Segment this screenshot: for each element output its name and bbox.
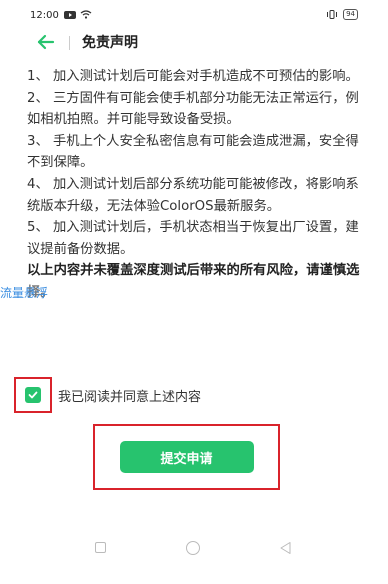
disclaimer-item: 5、 加入测试计划后，手机状态相当于恢复出厂设置，建议提前备份数据。: [27, 220, 359, 257]
video-icon: [64, 10, 76, 19]
navigation-bar: [0, 536, 388, 560]
checkmark-icon: [28, 391, 38, 399]
disclaimer-item: 2、 三方固件有可能会使手机部分功能无法正常运行，例如相机拍照。并可能导致设备受…: [27, 90, 359, 128]
disclaimer-warning: 以上内容并未覆盖深度测试后带来的所有风险，请谨慎选择。: [27, 263, 360, 300]
submit-highlight: 提交申请: [93, 424, 280, 490]
disclaimer-item: 1、 加入测试计划后可能会对手机造成不可预估的影响。: [27, 69, 359, 84]
header: 免责声明: [0, 30, 388, 54]
page-title: 免责声明: [82, 35, 138, 51]
traffic-overlay-tag[interactable]: 流量悬浮: [0, 284, 49, 301]
agreement-label[interactable]: 我已阅读并同意上述内容: [58, 386, 201, 405]
agreement-checkbox[interactable]: [14, 377, 52, 413]
disclaimer-content: 1、 加入测试计划后可能会对手机造成不可预估的影响。 2、 三方固件有可能会使手…: [27, 66, 365, 304]
status-time: 12:00: [30, 10, 59, 21]
submit-button[interactable]: 提交申请: [119, 441, 254, 473]
vibrate-icon: [327, 10, 338, 19]
disclaimer-item: 3、 手机上个人安全私密信息有可能会造成泄漏，安全得不到保障。: [27, 133, 359, 171]
header-divider: [69, 36, 70, 50]
back-arrow-icon[interactable]: [36, 32, 56, 52]
agreement-row: 我已阅读并同意上述内容: [14, 377, 201, 413]
wifi-icon: [80, 10, 92, 19]
checkbox-box: [25, 387, 41, 403]
battery-indicator: 94: [343, 9, 358, 20]
disclaimer-item: 4、 加入测试计划后部分系统功能可能被修改，将影响系统版本升级，无法体验Colo…: [27, 176, 359, 214]
status-bar: 12:00 94: [0, 0, 388, 30]
recent-apps-icon[interactable]: [95, 542, 106, 553]
home-icon[interactable]: [186, 541, 200, 555]
nav-back-icon[interactable]: [279, 541, 293, 555]
